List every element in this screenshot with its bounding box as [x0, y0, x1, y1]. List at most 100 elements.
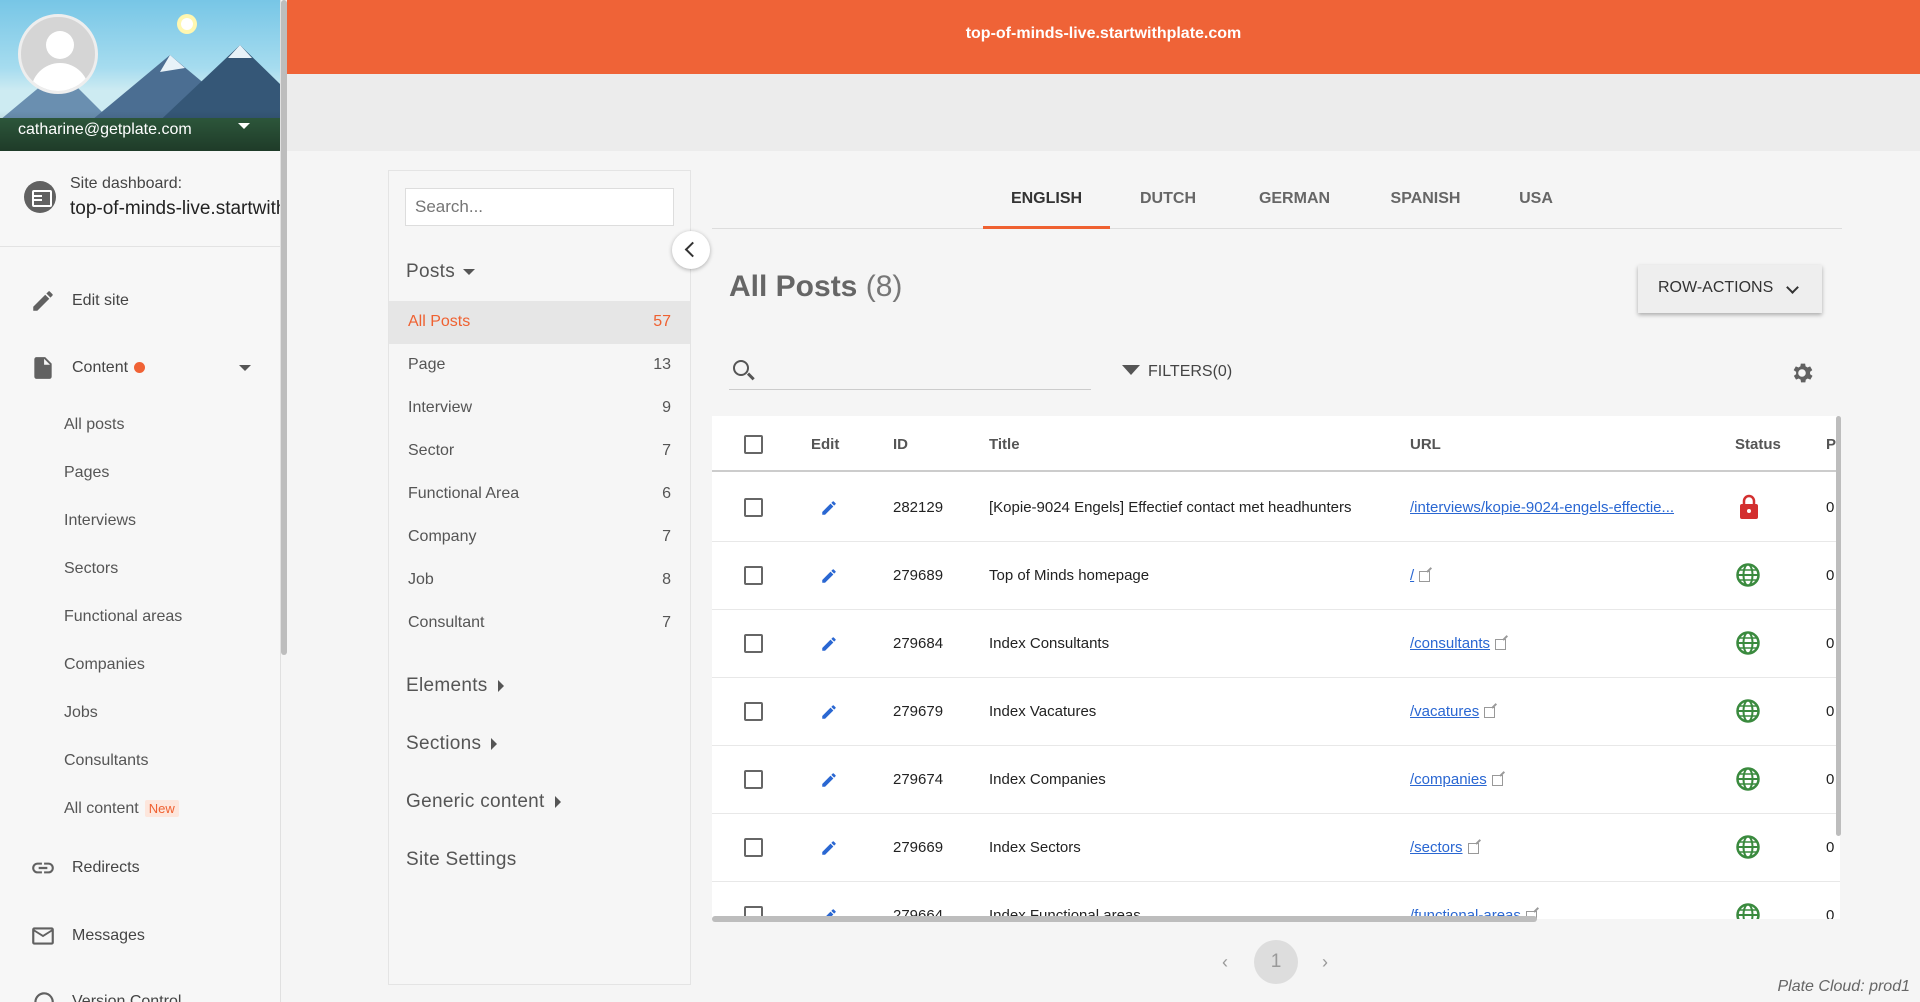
column-header-url[interactable]: URL [1410, 436, 1441, 453]
nav-content[interactable]: Content [0, 348, 280, 388]
gear-icon[interactable] [1789, 360, 1815, 386]
column-header-extra[interactable]: P [1826, 436, 1836, 453]
table-row[interactable]: 279689 Top of Minds homepage / 0 [712, 542, 1840, 610]
content-search-input[interactable] [405, 188, 674, 226]
post-type-job[interactable]: Job 8 [389, 559, 690, 602]
page-1-button[interactable]: 1 [1254, 940, 1298, 984]
posts-section-label: Posts [406, 261, 456, 282]
cell-title: Index Vacatures [989, 703, 1097, 720]
url-link[interactable]: /sectors [1410, 839, 1463, 856]
table-search-input[interactable] [729, 352, 1091, 390]
post-type-count: 6 [662, 485, 671, 502]
table-row[interactable]: 279684 Index Consultants /consultants 0 [712, 610, 1840, 678]
post-type-company[interactable]: Company 7 [389, 516, 690, 559]
cell-url[interactable]: /sectors [1410, 839, 1479, 856]
nav-interviews[interactable]: Interviews [64, 512, 136, 530]
tab-usa[interactable]: USA [1501, 176, 1571, 229]
sections-section-label: Sections [406, 733, 482, 754]
edit-pencil-icon[interactable] [820, 771, 838, 789]
row-checkbox[interactable] [744, 498, 763, 517]
row-checkbox[interactable] [744, 566, 763, 585]
cell-extra: 0 [1826, 499, 1835, 516]
language-tabs: ENGLISH DUTCH GERMAN SPANISH USA [712, 176, 1842, 229]
row-checkbox[interactable] [744, 770, 763, 789]
nav-companies[interactable]: Companies [64, 656, 145, 674]
cell-url[interactable]: /interviews/kopie-9024-engels-effectie..… [1410, 499, 1674, 516]
site-dashboard-link[interactable]: Site dashboard: top-of-minds-live.startw… [0, 151, 280, 247]
prev-page-button[interactable]: ‹ [1222, 952, 1228, 973]
external-link-icon [1491, 774, 1503, 786]
post-type-consultant[interactable]: Consultant 7 [389, 602, 690, 645]
nav-all-content[interactable]: All content New [64, 800, 179, 818]
sections-section-toggle[interactable]: Sections [406, 733, 498, 755]
profile-header[interactable]: catharine@getplate.com [0, 0, 280, 151]
profile-menu-caret-icon[interactable] [238, 123, 250, 129]
post-type-functional-area[interactable]: Functional Area 6 [389, 473, 690, 516]
row-checkbox[interactable] [744, 838, 763, 857]
table-horizontal-scrollbar[interactable] [712, 916, 1537, 922]
site-dashboard-label: Site dashboard: [70, 175, 183, 192]
table-row[interactable]: 282129 [Kopie-9024 Engels] Effectief con… [712, 474, 1840, 542]
column-header-id[interactable]: ID [893, 436, 908, 453]
cell-url[interactable]: /companies [1410, 771, 1503, 788]
chevron-down-icon[interactable] [239, 365, 251, 371]
nav-functional-areas[interactable]: Functional areas [64, 608, 182, 626]
nav-version-control[interactable]: Version Control [0, 982, 280, 1002]
row-actions-label: ROW-ACTIONS [1658, 279, 1774, 296]
edit-pencil-icon[interactable] [820, 567, 838, 585]
avatar[interactable] [18, 14, 98, 94]
nav-messages[interactable]: Messages [0, 916, 280, 956]
filters-button[interactable]: FILTERS(0) [1122, 363, 1232, 381]
tab-spanish[interactable]: SPANISH [1372, 176, 1479, 229]
table-vertical-scrollbar[interactable] [1836, 416, 1841, 836]
column-header-status[interactable]: Status [1735, 436, 1781, 453]
nav-jobs[interactable]: Jobs [64, 704, 98, 722]
cell-url[interactable]: / [1410, 567, 1431, 584]
post-type-page[interactable]: Page 13 [389, 344, 690, 387]
cell-title: [Kopie-9024 Engels] Effectief contact me… [989, 499, 1352, 516]
tab-english[interactable]: ENGLISH [983, 176, 1110, 229]
site-settings-link[interactable]: Site Settings [406, 849, 517, 871]
edit-pencil-icon[interactable] [820, 703, 838, 721]
nav-sectors[interactable]: Sectors [64, 560, 118, 578]
edit-pencil-icon[interactable] [820, 499, 838, 517]
post-type-label: All Posts [408, 313, 471, 330]
nav-edit-site[interactable]: Edit site [0, 281, 280, 321]
cell-url[interactable]: /vacatures [1410, 703, 1496, 720]
generic-content-section-toggle[interactable]: Generic content [406, 791, 561, 813]
table-row[interactable]: 279664 Index Functional areas /functiona… [712, 882, 1840, 919]
nav-pages[interactable]: Pages [64, 464, 109, 482]
row-checkbox[interactable] [744, 702, 763, 721]
table-row[interactable]: 279674 Index Companies /companies 0 [712, 746, 1840, 814]
next-page-button[interactable]: › [1322, 952, 1328, 973]
table-row[interactable]: 279669 Index Sectors /sectors 0 [712, 814, 1840, 882]
tab-german[interactable]: GERMAN [1242, 176, 1347, 229]
nav-redirects[interactable]: Redirects [0, 848, 280, 888]
tab-dutch[interactable]: DUTCH [1126, 176, 1210, 229]
chevron-right-icon [491, 737, 498, 750]
column-header-title[interactable]: Title [989, 436, 1020, 453]
post-type-sector[interactable]: Sector 7 [389, 430, 690, 473]
edit-pencil-icon[interactable] [820, 839, 838, 857]
cell-url[interactable]: /consultants [1410, 635, 1507, 652]
url-link[interactable]: /interviews/kopie-9024-engels-effectie..… [1410, 499, 1674, 516]
column-header-edit[interactable]: Edit [811, 436, 839, 453]
collapse-panel-button[interactable] [672, 231, 710, 269]
row-checkbox[interactable] [744, 634, 763, 653]
url-link[interactable]: / [1410, 567, 1414, 584]
post-type-interview[interactable]: Interview 9 [389, 387, 690, 430]
post-type-all-posts[interactable]: All Posts 57 [389, 301, 690, 344]
table-row[interactable]: 279679 Index Vacatures /vacatures 0 [712, 678, 1840, 746]
elements-section-toggle[interactable]: Elements [406, 675, 504, 697]
posts-section-toggle[interactable]: Posts [406, 261, 476, 283]
url-link[interactable]: /consultants [1410, 635, 1490, 652]
row-actions-button[interactable]: ROW-ACTIONS [1638, 265, 1822, 313]
edit-pencil-icon[interactable] [820, 635, 838, 653]
url-link[interactable]: /vacatures [1410, 703, 1479, 720]
nav-consultants[interactable]: Consultants [64, 752, 149, 770]
url-link[interactable]: /companies [1410, 771, 1487, 788]
post-type-count: 7 [662, 614, 671, 631]
select-all-checkbox[interactable] [744, 435, 763, 454]
page-title: All Posts (8) [729, 270, 902, 304]
nav-all-posts[interactable]: All posts [64, 416, 124, 434]
